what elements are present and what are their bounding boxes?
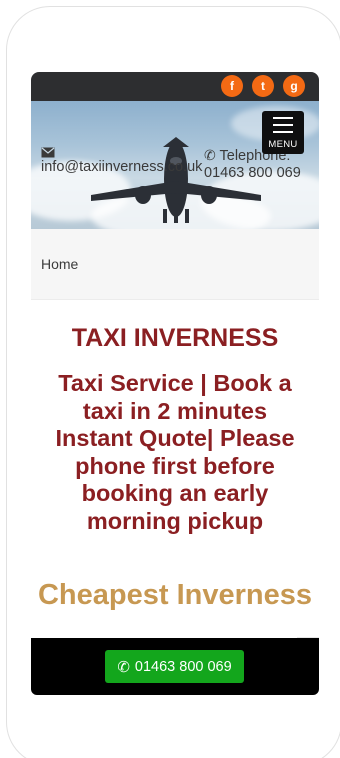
email-contact[interactable]: info@taxiinverness.co.uk [41,147,202,176]
breadcrumb-home-link[interactable]: Home [41,256,78,272]
phone-number[interactable]: 01463 800 069 [204,165,301,181]
google-icon[interactable]: g [283,75,305,97]
envelope-icon [41,147,55,158]
facebook-icon[interactable]: f [221,75,243,97]
mobile-screen: f t g info@taxiinverness.co.uk ✆ Telepho… [31,72,319,695]
call-button-label: 01463 800 069 [134,658,232,675]
bottom-call-bar: ✆ 01463 800 069 [31,638,319,695]
page-title: TAXI INVERNESS [71,324,279,352]
phone-icon: ✆ [117,658,130,676]
menu-label: MENU [268,139,298,150]
twitter-icon[interactable]: t [252,75,274,97]
phone-icon: ✆ [204,147,216,163]
menu-button[interactable]: MENU [262,111,304,154]
hamburger-icon [273,117,293,138]
email-text[interactable]: info@taxiinverness.co.uk [41,159,202,175]
page-subtitle: Taxi Service | Book a taxi in 2 minutes … [55,370,295,534]
call-button[interactable]: ✆ 01463 800 069 [105,650,244,683]
page-tagline: Cheapest Inverness [37,579,312,611]
top-bar: f t g [31,72,319,101]
hero-banner: info@taxiinverness.co.uk ✆ Telephone: 01… [31,101,319,229]
breadcrumb: Home [31,229,319,300]
